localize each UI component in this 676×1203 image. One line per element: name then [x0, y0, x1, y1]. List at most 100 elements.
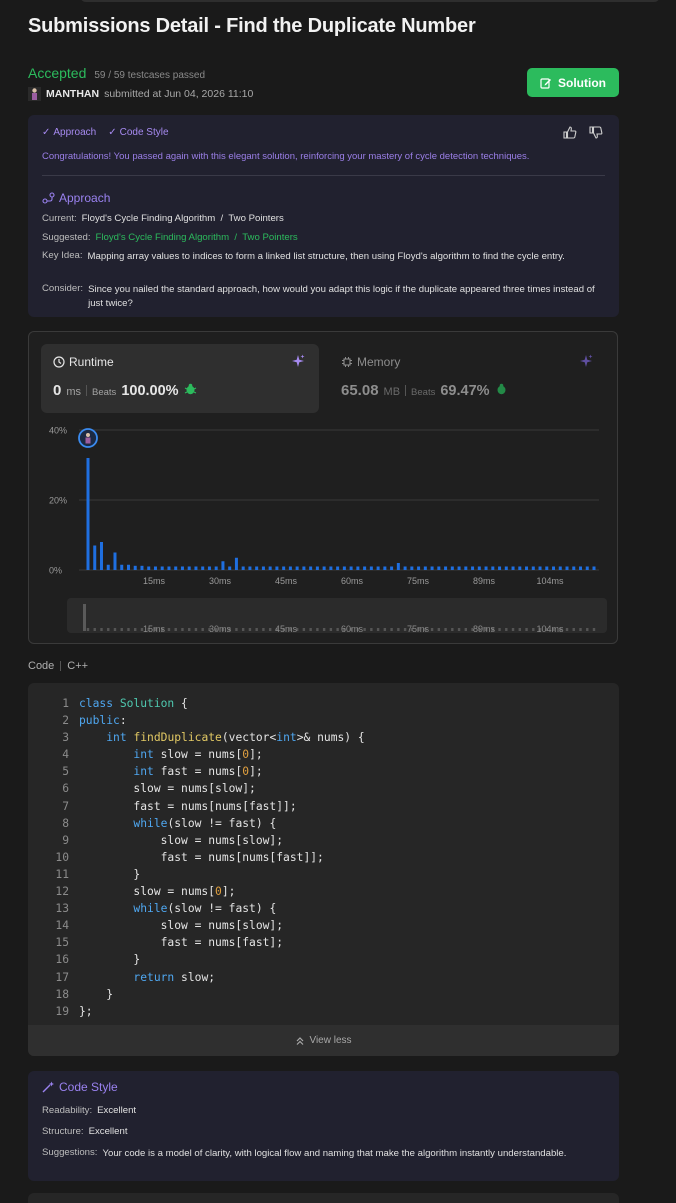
- chart-bar[interactable]: [545, 566, 549, 571]
- chart-bar[interactable]: [491, 566, 495, 571]
- solution-button[interactable]: Solution: [527, 68, 619, 97]
- sparkle-icon[interactable]: [579, 354, 593, 368]
- chart-bar[interactable]: [153, 566, 157, 571]
- chart-bar[interactable]: [241, 566, 245, 571]
- chart-bar[interactable]: [261, 566, 265, 571]
- chart-bar[interactable]: [565, 566, 569, 571]
- chart-bar[interactable]: [558, 566, 562, 571]
- chart-bar[interactable]: [383, 566, 387, 571]
- chart-bar[interactable]: [268, 566, 272, 571]
- chart-bar[interactable]: [437, 566, 441, 571]
- chart-bar[interactable]: [552, 566, 556, 571]
- chart-bar[interactable]: [93, 545, 97, 571]
- chart-bar[interactable]: [86, 458, 90, 570]
- chart-bar[interactable]: [187, 566, 191, 571]
- chart-bar[interactable]: [498, 566, 502, 571]
- chart-bar[interactable]: [207, 566, 211, 571]
- chart-bar[interactable]: [160, 566, 164, 571]
- mini-bar: [586, 628, 589, 631]
- chart-bar[interactable]: [376, 566, 380, 571]
- chip-approach[interactable]: ✓ Approach: [42, 127, 96, 138]
- chart-bar[interactable]: [309, 566, 313, 571]
- chart-bar[interactable]: [120, 564, 124, 570]
- chart-bar[interactable]: [322, 566, 326, 571]
- chart-bar[interactable]: [180, 566, 184, 571]
- chart-bar[interactable]: [579, 566, 583, 571]
- sparkle-icon[interactable]: [291, 354, 305, 368]
- chart-bar[interactable]: [342, 566, 346, 571]
- chart-bar[interactable]: [228, 566, 232, 571]
- chart-bar[interactable]: [201, 566, 205, 571]
- chart-bar[interactable]: [410, 566, 414, 571]
- thumbs-down-icon[interactable]: [589, 126, 603, 139]
- chart-bar[interactable]: [457, 566, 461, 571]
- chart-bar[interactable]: [363, 566, 367, 571]
- code-text: slow = nums[slow];: [79, 782, 256, 796]
- mini-bar: [322, 628, 326, 631]
- runtime-card[interactable]: Runtime 0 ms Beats 100.00%: [41, 344, 319, 413]
- code-text: slow = nums[slow];: [79, 833, 284, 847]
- chart-bar[interactable]: [592, 566, 596, 571]
- chart-bar[interactable]: [525, 566, 529, 571]
- chart-bar[interactable]: [538, 566, 542, 571]
- chart-bar[interactable]: [234, 557, 238, 570]
- chart-bar[interactable]: [147, 566, 151, 571]
- chart-bar[interactable]: [221, 561, 225, 570]
- chart-bar[interactable]: [403, 566, 407, 571]
- chart-bar[interactable]: [133, 565, 137, 570]
- chart-bar[interactable]: [356, 566, 360, 571]
- chart-bar[interactable]: [248, 566, 252, 571]
- chart-bar[interactable]: [585, 566, 589, 571]
- line-number: 16: [55, 953, 69, 967]
- chart-bar[interactable]: [504, 566, 508, 571]
- approach-icon: [42, 192, 55, 204]
- chart-bar[interactable]: [369, 566, 373, 571]
- chart-bar[interactable]: [295, 566, 299, 571]
- chart-bar[interactable]: [349, 566, 353, 571]
- chart-bar[interactable]: [518, 566, 522, 571]
- chart-bar[interactable]: [477, 566, 481, 571]
- chart-bar[interactable]: [140, 565, 144, 570]
- chart-bar[interactable]: [194, 566, 198, 571]
- scrubber-handle[interactable]: [83, 604, 86, 631]
- scrubber-tick-label: 60ms: [341, 624, 364, 634]
- chart-bar[interactable]: [99, 542, 103, 570]
- code-block[interactable]: 1 class Solution {2 public: 3 int findDupli…: [28, 695, 364, 1020]
- chart-bar[interactable]: [329, 566, 333, 571]
- chart-bar[interactable]: [174, 566, 178, 571]
- chart-bar[interactable]: [167, 566, 171, 571]
- memory-card[interactable]: Memory 65.08 MB Beats 69.47%: [329, 344, 607, 413]
- chart-bar[interactable]: [572, 566, 576, 571]
- chart-bar[interactable]: [113, 552, 117, 571]
- runtime-distribution-chart[interactable]: 40% 20% 0% 15ms 30ms 45ms 60ms 75ms 89ms 104ms 1…: [29, 418, 617, 643]
- chart-bar[interactable]: [423, 566, 427, 571]
- chart-bar[interactable]: [302, 566, 306, 571]
- avatar[interactable]: [28, 87, 41, 101]
- chart-bar[interactable]: [471, 566, 475, 571]
- chart-bar[interactable]: [214, 566, 218, 571]
- chip-code-style[interactable]: ✓ Code Style: [108, 127, 168, 138]
- chart-bar[interactable]: [275, 566, 279, 571]
- y-tick-label: 40%: [49, 426, 67, 436]
- chart-bar[interactable]: [282, 566, 286, 571]
- chart-bar[interactable]: [288, 566, 292, 571]
- chart-bar[interactable]: [531, 566, 535, 571]
- view-less-button[interactable]: View less: [28, 1025, 619, 1056]
- chart-bar[interactable]: [396, 563, 400, 570]
- chart-bar[interactable]: [430, 566, 434, 571]
- chart-bar[interactable]: [336, 566, 340, 571]
- chart-bar[interactable]: [390, 566, 394, 571]
- chart-bar[interactable]: [511, 566, 515, 571]
- chart-bar[interactable]: [484, 566, 488, 571]
- username[interactable]: MANTHAN: [46, 88, 99, 100]
- thumbs-up-icon[interactable]: [563, 126, 577, 139]
- chart-bar[interactable]: [106, 564, 110, 570]
- chart-bar[interactable]: [464, 566, 468, 571]
- chart-bar[interactable]: [450, 566, 454, 571]
- chart-bar[interactable]: [444, 566, 448, 571]
- code-text: }: [79, 987, 114, 1001]
- chart-bar[interactable]: [126, 564, 130, 570]
- chart-bar[interactable]: [417, 566, 421, 571]
- chart-bar[interactable]: [315, 566, 319, 571]
- chart-bar[interactable]: [255, 566, 259, 571]
